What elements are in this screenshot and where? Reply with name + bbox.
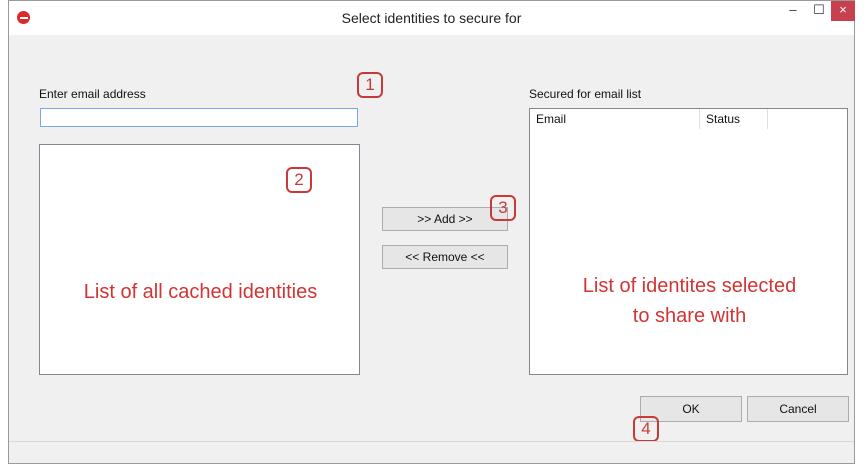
secured-list-label: Secured for email list bbox=[529, 87, 642, 101]
close-button[interactable]: × bbox=[831, 1, 855, 21]
status-bar bbox=[9, 441, 854, 463]
callout-1: 1 bbox=[357, 72, 383, 98]
selected-identities-caption-line2: to share with bbox=[632, 305, 747, 327]
email-label: Enter email address bbox=[39, 87, 146, 101]
dialog-window: Select identities to secure for – ☐ × En… bbox=[8, 0, 855, 464]
callout-3: 3 bbox=[490, 195, 516, 221]
remove-button[interactable]: << Remove << bbox=[382, 245, 508, 269]
column-header-status[interactable]: Status bbox=[700, 109, 768, 129]
cached-identities-caption: List of all cached identities bbox=[83, 281, 318, 303]
selected-identities-caption-line1: List of identites selected bbox=[582, 275, 797, 297]
title-bar: Select identities to secure for – ☐ × bbox=[9, 1, 855, 35]
maximize-button[interactable]: ☐ bbox=[807, 1, 831, 21]
column-header-email[interactable]: Email bbox=[530, 109, 700, 129]
secured-email-list[interactable]: Email Status List of identites selected … bbox=[529, 108, 848, 375]
callout-4: 4 bbox=[633, 416, 659, 442]
callout-2: 2 bbox=[286, 167, 312, 193]
cancel-button[interactable]: Cancel bbox=[747, 396, 849, 422]
window-title: Select identities to secure for bbox=[341, 10, 522, 26]
email-input[interactable] bbox=[40, 108, 358, 127]
minimize-button[interactable]: – bbox=[781, 1, 805, 21]
